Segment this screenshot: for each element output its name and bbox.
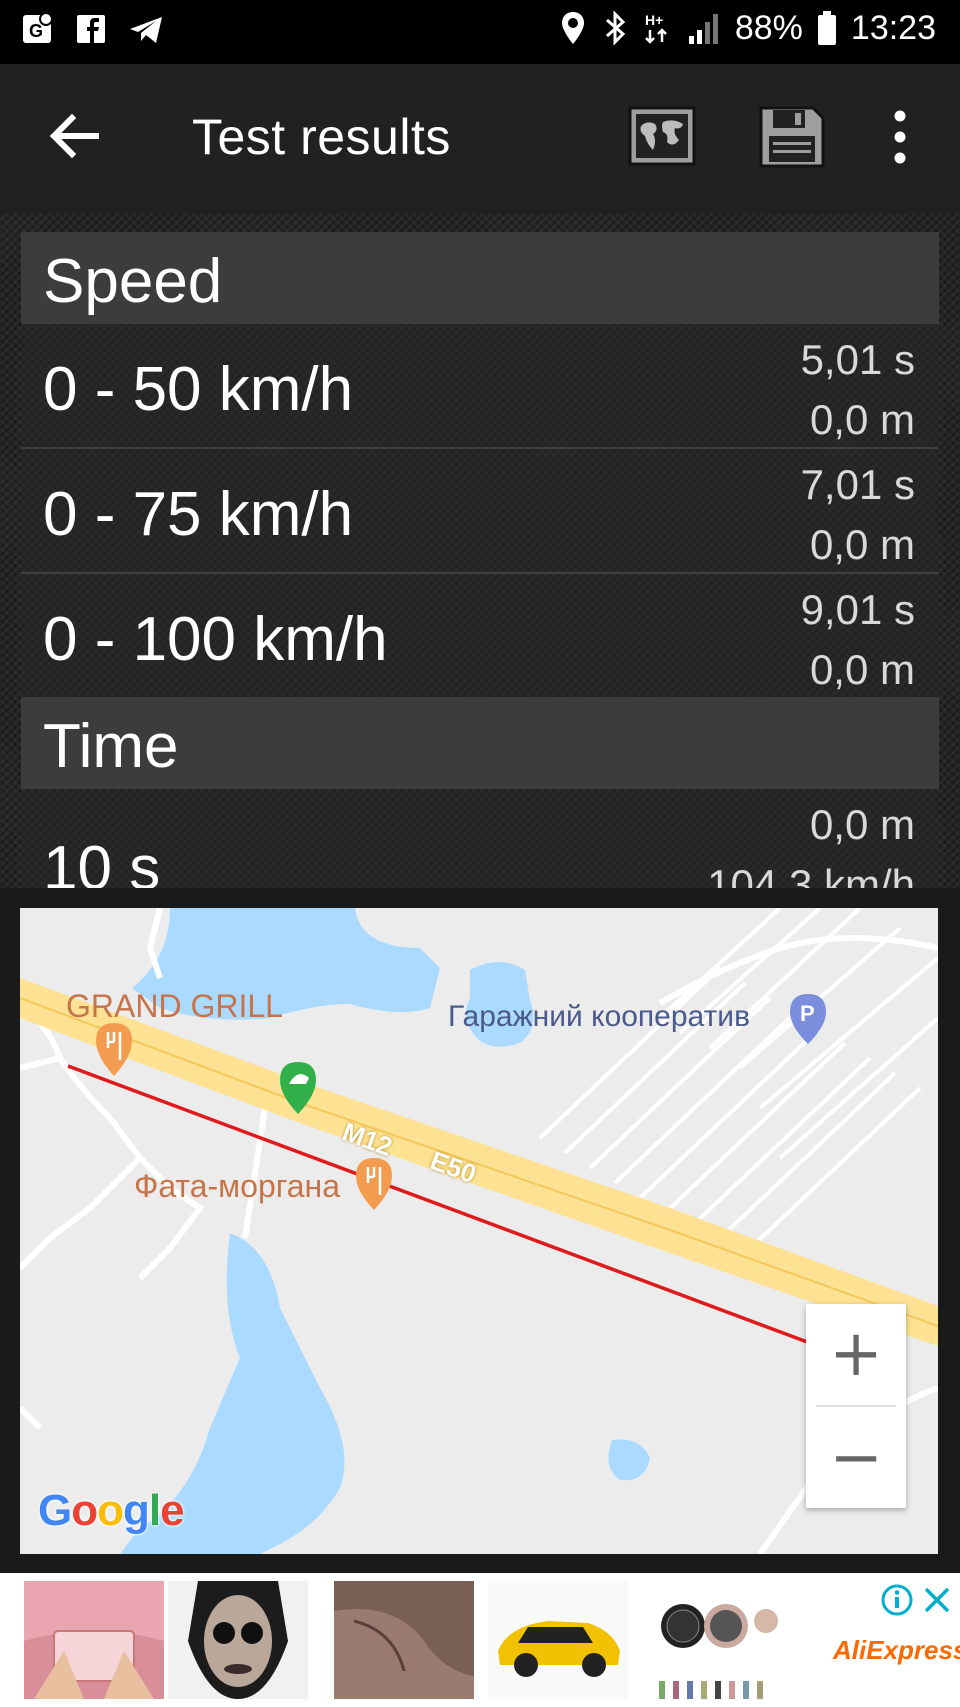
ad-banner[interactable]: AliExpress (0, 1573, 960, 1707)
poi-label[interactable]: Фата-моргана (134, 1168, 340, 1205)
parking-pin-icon[interactable]: P (790, 994, 826, 1044)
svg-text:G: G (29, 21, 43, 41)
results-panel[interactable]: Speed 0 - 50 km/h 5,01 s 0,0 m 0 - 75 km… (0, 214, 960, 888)
battery-percent: 88% (734, 8, 803, 47)
page-title: Test results (192, 109, 451, 165)
ad-brand-logo[interactable]: AliExpress (833, 1635, 960, 1666)
section-title: Speed (43, 247, 223, 316)
poi-label[interactable]: GRAND GRILL (66, 988, 283, 1025)
zoom-divider (816, 1405, 896, 1407)
svg-text:H+: H+ (645, 12, 663, 28)
ad-product-image[interactable] (648, 1581, 788, 1699)
ad-info-icon[interactable] (880, 1583, 914, 1617)
list-item[interactable]: 0 - 75 km/h 7,01 s 0,0 m (21, 449, 939, 574)
row-distance: 0,0 m (809, 396, 915, 443)
row-time: 7,01 s (800, 461, 915, 508)
toolbar: Test results (0, 64, 960, 214)
ad-product-image[interactable] (488, 1581, 628, 1699)
status-bar: G H+ 88% 13:23 (0, 0, 960, 64)
row-label: 0 - 75 km/h (43, 480, 354, 549)
section-header-speed: Speed (21, 232, 939, 324)
row-distance: 0,0 m (809, 646, 915, 693)
signal-icon (688, 14, 718, 44)
telegram-notification-icon (130, 17, 162, 43)
row-speed: 104,3 km/h (707, 861, 915, 888)
google-logo: Google (38, 1486, 185, 1535)
more-options-icon[interactable] (880, 104, 920, 170)
back-arrow-icon[interactable] (44, 106, 104, 166)
location-icon (561, 12, 584, 44)
zoom-out-button[interactable]: − (806, 1408, 906, 1508)
ad-product-image[interactable] (168, 1581, 308, 1699)
zoom-in-button[interactable]: + (806, 1304, 906, 1404)
row-distance: 0,0 m (809, 521, 915, 568)
row-label: 0 - 50 km/h (43, 355, 354, 424)
svg-text:P: P (800, 1001, 815, 1026)
section-title: Time (43, 712, 179, 781)
ad-product-image[interactable] (24, 1581, 164, 1699)
facebook-notification-icon (77, 15, 105, 43)
row-label: 0 - 100 km/h (43, 605, 388, 674)
list-item[interactable]: 0 - 50 km/h 5,01 s 0,0 m (21, 324, 939, 449)
results-list[interactable]: Speed 0 - 50 km/h 5,01 s 0,0 m 0 - 75 km… (21, 232, 939, 888)
list-item[interactable]: 0 - 100 km/h 9,01 s 0,0 m (21, 574, 939, 697)
bluetooth-icon (605, 10, 626, 46)
row-time: 9,01 s (800, 586, 915, 633)
row-label: 10 s (43, 834, 161, 888)
row-time: 5,01 s (800, 336, 915, 383)
data-hplus-icon: H+ (645, 12, 667, 44)
row-distance: 0,0 m (809, 801, 915, 848)
battery-icon (817, 11, 836, 45)
ad-product-image[interactable] (334, 1581, 474, 1699)
maps-notification-icon: G (23, 12, 53, 43)
clock: 13:23 (850, 8, 936, 47)
restaurant-pin-icon[interactable] (96, 1023, 132, 1076)
restaurant-pin-icon[interactable] (356, 1158, 392, 1210)
save-icon[interactable] (757, 104, 827, 170)
section-header-time: Time (21, 697, 939, 789)
route-map[interactable]: P GRAND GRILL Гаражний кооператив Фата-м… (20, 908, 938, 1554)
poi-label[interactable]: Гаражний кооператив (448, 1000, 750, 1034)
list-item[interactable]: 10 s 0,0 m 104,3 km/h (21, 789, 939, 888)
ad-close-icon[interactable] (920, 1583, 954, 1617)
map-view-icon[interactable] (627, 104, 697, 170)
zoom-controls: + − (806, 1304, 906, 1508)
